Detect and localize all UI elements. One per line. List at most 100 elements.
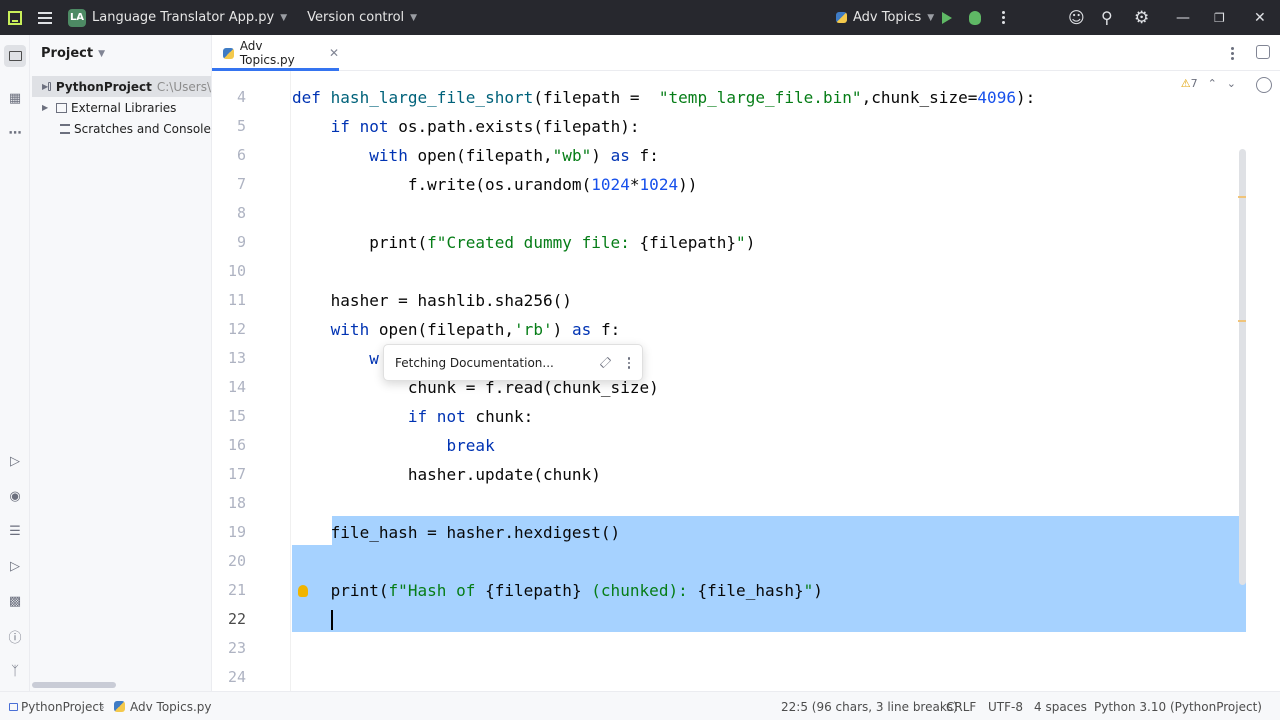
restore-icon[interactable]: ❐ (1214, 0, 1225, 35)
terminal-icon[interactable]: ▩ (6, 592, 24, 610)
project-name[interactable]: Language Translator App.py (92, 10, 274, 25)
python-file-icon (114, 701, 125, 712)
tab-actions-icon[interactable] (1231, 47, 1234, 60)
line-number[interactable]: 8 (212, 204, 246, 222)
code-line[interactable]: 24 (212, 663, 1280, 691)
code-line[interactable]: 8 (212, 199, 1280, 228)
debug-icon[interactable] (969, 10, 981, 25)
ai-chat-icon[interactable] (1256, 77, 1272, 93)
chevron-down-icon[interactable]: ▼ (280, 13, 287, 23)
line-number[interactable]: 7 (212, 175, 246, 193)
documentation-popup[interactable]: Fetching Documentation... (383, 344, 643, 381)
breadcrumb-project[interactable]: PythonProject (9, 700, 104, 714)
minimize-icon[interactable]: — (1176, 0, 1190, 35)
line-number[interactable]: 13 (212, 349, 246, 367)
run-config-selector[interactable]: Adv Topics ▼ (836, 0, 934, 35)
popup-menu-icon[interactable] (627, 357, 630, 369)
code-line[interactable]: 15 if not chunk: (212, 402, 1280, 431)
vcs-widget[interactable]: Version control (307, 10, 404, 25)
code-line[interactable]: 14 chunk = f.read(chunk_size) (212, 373, 1280, 402)
run-tool-icon[interactable]: ▷ (6, 452, 24, 470)
line-number[interactable]: 5 (212, 117, 246, 135)
chevron-right-icon[interactable]: ▶ (42, 103, 56, 112)
code-line[interactable]: 6 with open(filepath,"wb") as f: (212, 141, 1280, 170)
code-line[interactable]: 13 w (212, 344, 1280, 373)
line-number[interactable]: 4 (212, 88, 246, 106)
code-line[interactable]: 23 (212, 634, 1280, 663)
next-highlight-icon[interactable]: ⌄ (1227, 77, 1236, 90)
settings-gear-icon[interactable]: ⚙ (1134, 0, 1149, 35)
line-number[interactable]: 19 (212, 523, 246, 541)
intention-bulb-icon[interactable] (298, 585, 308, 597)
edit-icon[interactable] (599, 356, 612, 369)
line-number[interactable]: 11 (212, 291, 246, 309)
code-line[interactable]: 9 print(f"Created dummy file: {filepath}… (212, 228, 1280, 257)
line-number[interactable]: 9 (212, 233, 246, 251)
code-line[interactable]: 4 def hash_large_file_short(filepath = "t… (212, 83, 1280, 112)
code-editor[interactable]: 4 def hash_large_file_short(filepath = "t… (212, 71, 1280, 691)
code-line[interactable]: 11 hasher = hashlib.sha256() (212, 286, 1280, 315)
line-separator[interactable]: CRLF (946, 700, 976, 714)
tab-adv-topics[interactable]: Adv Topics.py ✕ (212, 35, 339, 71)
line-number[interactable]: 15 (212, 407, 246, 425)
scroll-marker (1238, 320, 1246, 322)
structure-tool-icon[interactable]: ▦ (6, 89, 24, 107)
breadcrumb-file[interactable]: Adv Topics.py (114, 700, 212, 714)
code-line[interactable]: 17 hasher.update(chunk) (212, 460, 1280, 489)
code-line[interactable]: 12 with open(filepath,'rb') as f: (212, 315, 1280, 344)
code-token: ,chunk_size= (861, 88, 978, 107)
line-number[interactable]: 22 (212, 610, 246, 628)
code-line[interactable]: 18 (212, 489, 1280, 518)
line-number[interactable]: 18 (212, 494, 246, 512)
line-number[interactable]: 20 (212, 552, 246, 570)
vertical-scrollbar[interactable] (1239, 149, 1246, 585)
indent-setting[interactable]: 4 spaces (1034, 700, 1087, 714)
search-icon[interactable]: ⚲ (1101, 0, 1113, 35)
problems-icon[interactable]: ⓘ (6, 627, 24, 646)
pycharm-logo-icon[interactable] (8, 10, 22, 25)
project-panel-header[interactable]: Project ▼ (30, 35, 211, 72)
breadcrumb-file-label: Adv Topics.py (130, 700, 212, 714)
line-number[interactable]: 10 (212, 262, 246, 280)
python-console-icon[interactable]: ◉ (6, 487, 24, 505)
line-number[interactable]: 17 (212, 465, 246, 483)
account-icon[interactable]: ☺ (1068, 0, 1085, 35)
line-number[interactable]: 14 (212, 378, 246, 396)
git-icon[interactable]: ᛉ (6, 662, 24, 680)
project-tool-icon[interactable] (4, 45, 26, 67)
line-number[interactable]: 6 (212, 146, 246, 164)
layers-icon[interactable]: ☰ (6, 522, 24, 540)
run-icon[interactable] (942, 11, 952, 24)
main-menu-icon[interactable] (38, 11, 52, 24)
line-number[interactable]: 24 (212, 668, 246, 686)
code-line[interactable]: 5 if not os.path.exists(filepath): (212, 112, 1280, 141)
code-line[interactable]: 10 (212, 257, 1280, 286)
tree-item-external-libraries[interactable]: ▶ External Libraries (42, 97, 176, 118)
more-tools-icon[interactable]: ⋯ (6, 124, 24, 142)
code-line[interactable]: 21 print(f"Hash of {filepath} (chunked):… (212, 576, 1280, 605)
more-actions-icon[interactable] (1002, 11, 1005, 24)
file-encoding[interactable]: UTF-8 (988, 700, 1023, 714)
code-line[interactable]: 7 f.write(os.urandom(1024*1024)) (212, 170, 1280, 199)
inspection-widget[interactable]: ⚠7 ⌃ ⌄ (1181, 77, 1236, 90)
code-line[interactable]: 20 (212, 547, 1280, 576)
code-line[interactable]: 16 break (212, 431, 1280, 460)
close-icon[interactable]: ✕ (1254, 0, 1266, 35)
line-number[interactable]: 23 (212, 639, 246, 657)
code-line[interactable]: 19 file_hash = hasher.hexdigest() (212, 518, 1280, 547)
caret-position[interactable]: 22:5 (96 chars, 3 line breaks) (781, 700, 958, 714)
chevron-down-icon[interactable]: ▼ (410, 13, 417, 23)
horizontal-scrollbar[interactable] (32, 682, 116, 688)
tree-item-scratches[interactable]: Scratches and Consoles (60, 118, 211, 139)
tree-item-pythonproject[interactable]: ▶ PythonProject C:\Users\ (32, 76, 211, 97)
close-tab-icon[interactable]: ✕ (329, 46, 339, 60)
previous-highlight-icon[interactable]: ⌃ (1208, 77, 1217, 90)
python-interpreter[interactable]: Python 3.10 (PythonProject) (1094, 700, 1262, 714)
line-number[interactable]: 21 (212, 581, 246, 599)
code-line[interactable]: 22 (212, 605, 1280, 634)
project-badge[interactable]: LA (68, 8, 86, 27)
line-number[interactable]: 16 (212, 436, 246, 454)
line-number[interactable]: 12 (212, 320, 246, 338)
ai-assistant-icon[interactable] (1256, 45, 1270, 59)
services-icon[interactable]: ▷ (6, 557, 24, 575)
